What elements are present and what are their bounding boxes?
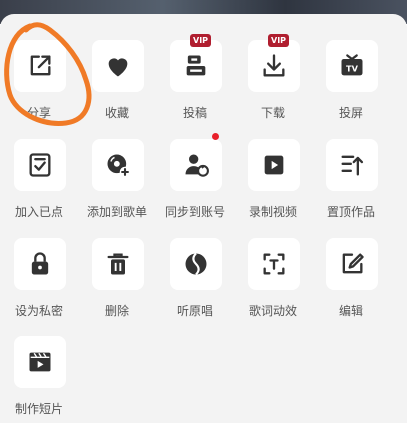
original-vocal-button[interactable]: 听原唱 [156,238,234,330]
submit-label: 投稿 [182,106,207,120]
clapper-icon [29,352,51,372]
make-short-label: 制作短片 [14,402,63,416]
edit-label: 编辑 [338,304,363,318]
svg-text:TV: TV [346,63,359,73]
share-icon [30,55,51,76]
add-to-playlist-icon [107,154,131,178]
pin-top-label: 置顶作品 [326,205,375,219]
lyric-effect-label: 歌词动效 [248,304,297,318]
original-vocal-label: 听原唱 [176,304,213,318]
download-button[interactable]: VIP 下载 [234,34,312,132]
sync-account-label: 同步到账号 [164,205,225,219]
add-to-playlist-label: 添加到歌单 [86,205,147,219]
cast-label: 投屏 [338,106,363,120]
share-button[interactable]: 分享 [0,40,78,132]
delete-button[interactable]: 删除 [78,238,156,330]
record-video-button[interactable]: 录制视频 [234,139,312,231]
pin-top-icon [341,155,364,176]
download-icon [263,54,285,77]
edit-icon [342,253,364,274]
favorite-button[interactable]: 收藏 [78,40,156,132]
lock-icon [31,252,49,275]
edit-button[interactable]: 编辑 [312,238,390,330]
lyric-effect-button[interactable]: 歌词动效 [234,238,312,330]
delete-label: 删除 [104,304,129,318]
submit-button[interactable]: VIP 投稿 [156,34,234,132]
submit-icon [186,55,206,76]
checklist-icon [29,153,51,177]
record-video-label: 录制视频 [248,205,297,219]
tv-cast-icon: TV [341,54,363,76]
download-label: 下载 [260,106,285,120]
pin-top-button[interactable]: 置顶作品 [312,139,390,231]
original-vocal-icon [185,252,207,276]
set-private-button[interactable]: 设为私密 [0,238,78,330]
trash-icon [107,253,129,275]
action-grid: 分享 收藏 VIP 投稿 VIP 下载 TV 投屏 加入已点 添加到歌单 同步到… [0,0,407,423]
make-short-button[interactable]: 制作短片 [0,336,78,428]
sync-account-icon [185,154,209,177]
add-to-queue-button[interactable]: 加入已点 [0,139,78,231]
vip-badge: VIP [268,34,290,47]
lyric-effect-icon [263,253,285,275]
sync-account-button[interactable]: 同步到账号 [156,133,234,231]
vip-badge: VIP [190,34,212,47]
cast-button[interactable]: TV 投屏 [312,40,390,132]
record-video-icon [264,155,284,175]
notification-dot [212,133,219,140]
add-to-playlist-button[interactable]: 添加到歌单 [78,139,156,231]
heart-icon [108,58,128,77]
favorite-label: 收藏 [104,106,129,120]
